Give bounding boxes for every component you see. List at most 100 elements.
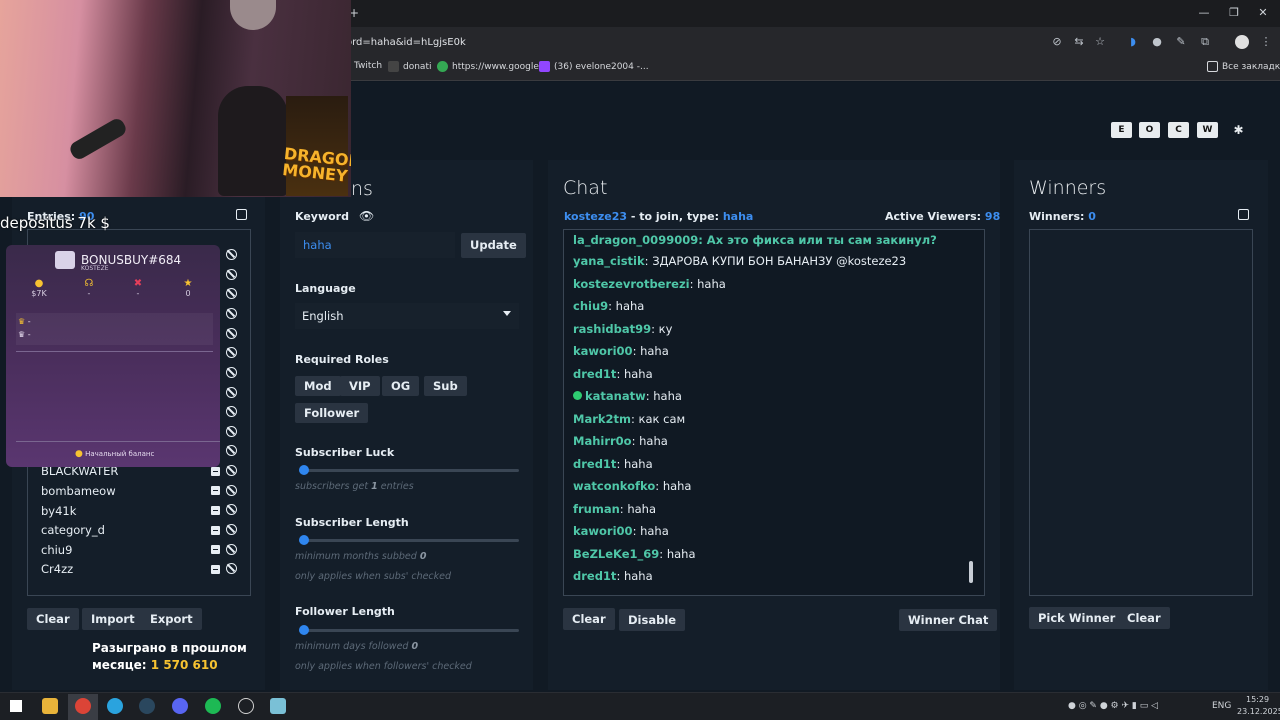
sub-luck-slider[interactable] (299, 469, 519, 472)
entries-export-button[interactable]: Export (141, 608, 202, 630)
bookmark-evelone[interactable]: (36) evelone2004 -... (539, 61, 649, 72)
minimize-icon[interactable]: — (1197, 6, 1211, 19)
sub-length-slider[interactable] (299, 539, 519, 542)
winner-chat-button[interactable]: Winner Chat (899, 609, 998, 631)
cross-icon: ✖ (133, 278, 143, 289)
mode-o-button[interactable]: O (1139, 122, 1160, 138)
ban-icon[interactable] (226, 387, 237, 398)
sub-length-label: Subscriber Length (295, 516, 409, 529)
slider-knob[interactable] (299, 465, 309, 475)
roles-label: Required Roles (295, 353, 389, 366)
mode-c-button[interactable]: C (1168, 122, 1189, 138)
webcam-overlay: DRAGON MONEY (0, 0, 351, 197)
bonus-row: ♛ - (18, 330, 31, 339)
bookmark-donati[interactable]: donati (388, 61, 431, 72)
clock-date[interactable]: 23.12.2025 (1237, 707, 1280, 716)
role-mod-toggle[interactable]: Mod (295, 376, 341, 396)
bookmark-twitch[interactable]: Twitch (354, 61, 382, 71)
restore-icon[interactable]: ❐ (1227, 6, 1241, 19)
chat-disable-button[interactable]: Disable (619, 609, 686, 631)
ban-icon[interactable] (226, 445, 237, 456)
bookmark-google[interactable]: https://www.google.... (437, 61, 550, 72)
deposit-text: depositus 7k $ (0, 214, 110, 232)
mode-e-button[interactable]: E (1111, 122, 1132, 138)
ban-icon[interactable] (226, 367, 237, 378)
copy-icon[interactable] (1238, 209, 1249, 220)
ban-icon[interactable] (226, 465, 237, 476)
ban-icon[interactable] (226, 269, 237, 280)
entry-checkbox[interactable] (211, 526, 220, 535)
clock-time[interactable]: 15:29 (1246, 695, 1269, 704)
translate-icon[interactable]: ⇆ (1072, 35, 1086, 49)
slider-knob[interactable] (299, 625, 309, 635)
menu-kebab-icon[interactable]: ⋮ (1259, 35, 1273, 49)
close-icon[interactable]: ✕ (1256, 6, 1270, 19)
sub-luck-hint: subscribers get 1 entries (295, 481, 414, 492)
ban-icon[interactable] (226, 485, 237, 496)
obs-icon[interactable] (238, 698, 254, 714)
chrome-icon[interactable] (75, 698, 91, 714)
role-og-toggle[interactable]: OG (382, 376, 420, 396)
ban-icon[interactable] (226, 406, 237, 417)
ban-icon[interactable] (226, 308, 237, 319)
ban-icon[interactable] (226, 249, 237, 260)
role-vip-toggle[interactable]: VIP (340, 376, 380, 396)
entry-checkbox[interactable] (211, 486, 220, 495)
discord-icon[interactable] (172, 698, 188, 714)
extension-icon[interactable]: ● (1150, 35, 1164, 49)
follower-length-slider[interactable] (299, 629, 519, 632)
slider-knob[interactable] (299, 535, 309, 545)
ban-icon[interactable] (226, 563, 237, 574)
chat-messages[interactable]: la_dragon_0099009: Ах это фикса или ты с… (563, 229, 985, 596)
tray-icons[interactable]: ● ◎ ✎ ● ⚙ ✈ ▮ ▭ ◁ (1068, 701, 1158, 711)
profile-avatar[interactable] (1235, 35, 1249, 49)
file-explorer-icon[interactable] (42, 698, 58, 714)
ban-icon[interactable] (226, 347, 237, 358)
all-bookmarks[interactable]: Все закладки (1207, 61, 1280, 72)
extension-icon[interactable]: ✎ (1174, 35, 1188, 49)
verified-badge-icon (573, 391, 582, 400)
role-follower-toggle[interactable]: Follower (295, 403, 369, 423)
ban-icon[interactable] (226, 288, 237, 299)
copy-icon[interactable] (236, 209, 247, 220)
entries-clear-button[interactable]: Clear (27, 608, 79, 630)
winners-clear-button[interactable]: Clear (1118, 607, 1170, 629)
role-sub-toggle[interactable]: Sub (424, 376, 467, 396)
mode-w-button[interactable]: W (1197, 122, 1218, 138)
language-select[interactable]: English (295, 303, 519, 329)
sub-length-hint: minimum months subbed 0 (295, 551, 427, 562)
app-icon[interactable] (270, 698, 286, 714)
entries-import-button[interactable]: Import (82, 608, 144, 630)
entry-checkbox[interactable] (211, 506, 220, 515)
entry-checkbox[interactable] (211, 565, 220, 574)
chat-cut-line: la_dragon_0099009: Ах это фикса или ты с… (573, 233, 937, 247)
entry-checkbox[interactable] (211, 545, 220, 554)
ban-icon[interactable] (226, 426, 237, 437)
extension-icon[interactable]: ◗ (1126, 35, 1140, 49)
windows-start-icon[interactable] (10, 700, 22, 712)
follower-length-note: only applies when followers' checked (295, 661, 472, 672)
steam-icon[interactable] (139, 698, 155, 714)
update-button[interactable]: Update (461, 233, 526, 258)
ban-icon[interactable] (226, 504, 237, 515)
prize-line2: месяце: 1 570 610 (92, 658, 218, 672)
spotify-icon[interactable] (205, 698, 221, 714)
bookmark-star-icon[interactable]: ☆ (1093, 35, 1107, 49)
extensions-puzzle-icon[interactable]: ⧉ (1198, 35, 1212, 49)
address-bar[interactable]: ord=haha&id=hLgjsE0k (346, 37, 466, 48)
eye-icon[interactable]: 👁 (359, 209, 374, 223)
keyword-input[interactable]: haha (295, 232, 455, 258)
settings-star-button[interactable]: ✱ (1228, 122, 1249, 138)
language-indicator[interactable]: ENG (1212, 701, 1231, 711)
pick-winner-button[interactable]: Pick Winner (1029, 607, 1125, 629)
entry-checkbox[interactable] (211, 467, 220, 476)
chat-clear-button[interactable]: Clear (563, 608, 615, 630)
ban-icon[interactable] (226, 544, 237, 555)
divider (16, 441, 220, 442)
chat-message: Mark2tm: как сам (573, 412, 686, 426)
camera-blocked-icon[interactable]: ⊘ (1050, 35, 1064, 49)
chat-scrollbar[interactable] (969, 561, 973, 583)
ban-icon[interactable] (226, 524, 237, 535)
ban-icon[interactable] (226, 328, 237, 339)
telegram-icon[interactable] (107, 698, 123, 714)
